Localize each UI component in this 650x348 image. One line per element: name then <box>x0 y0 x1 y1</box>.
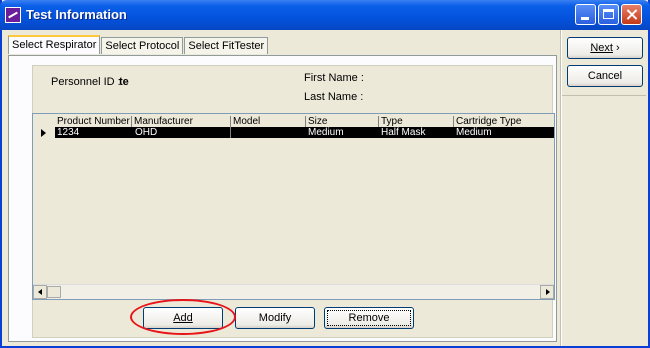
cell-product-number: 1234 <box>57 127 80 138</box>
next-button[interactable]: Next › <box>567 37 643 59</box>
tab-select-respirator[interactable]: Select Respirator <box>8 35 101 54</box>
scroll-left-icon[interactable] <box>33 285 47 299</box>
respirator-table[interactable]: Product Number Manufacturer Model Size T… <box>32 113 555 300</box>
tab-select-fittester[interactable]: Select FitTester <box>184 37 269 54</box>
next-arrow-icon: › <box>616 42 620 54</box>
table-body: Product Number Manufacturer Model Size T… <box>33 114 554 286</box>
tab-select-protocol[interactable]: Select Protocol <box>101 37 184 54</box>
last-name-label: Last Name : <box>304 91 364 103</box>
app-icon <box>5 7 21 23</box>
modify-button-label: Modify <box>258 312 292 324</box>
tab-strip: Select Respirator Select Protocol Select… <box>8 35 269 55</box>
close-icon[interactable] <box>621 4 642 25</box>
personnel-id-label: Personnel ID : <box>51 76 121 88</box>
minimize-icon[interactable] <box>575 4 596 25</box>
cell-divider <box>230 127 231 138</box>
cell-type: Half Mask <box>381 127 426 138</box>
cell-size: Medium <box>308 127 344 138</box>
maximize-icon[interactable] <box>598 4 619 25</box>
cell-cartridge-type: Medium <box>456 127 492 138</box>
cell-manufacturer: OHD <box>135 127 158 138</box>
modify-button[interactable]: Modify <box>235 307 315 329</box>
right-panel-separator <box>562 95 646 96</box>
first-name-label: First Name : <box>304 72 364 84</box>
remove-button[interactable]: Remove <box>324 307 414 329</box>
remove-button-label: Remove <box>348 312 390 324</box>
horizontal-scrollbar[interactable] <box>33 284 554 299</box>
add-button-label: Add <box>173 312 193 324</box>
scroll-right-icon[interactable] <box>540 285 554 299</box>
right-panel-divider <box>560 30 562 346</box>
add-button[interactable]: Add <box>143 307 223 329</box>
window-title: Test Information <box>26 7 127 22</box>
scroll-thumb[interactable] <box>47 286 61 298</box>
next-button-label: Next <box>590 42 613 54</box>
cancel-button-label: Cancel <box>587 70 623 82</box>
row-indicator-icon <box>33 127 55 138</box>
title-bar[interactable]: Test Information <box>0 0 650 30</box>
personnel-id-value: te <box>119 76 129 88</box>
cancel-button[interactable]: Cancel <box>567 65 643 87</box>
